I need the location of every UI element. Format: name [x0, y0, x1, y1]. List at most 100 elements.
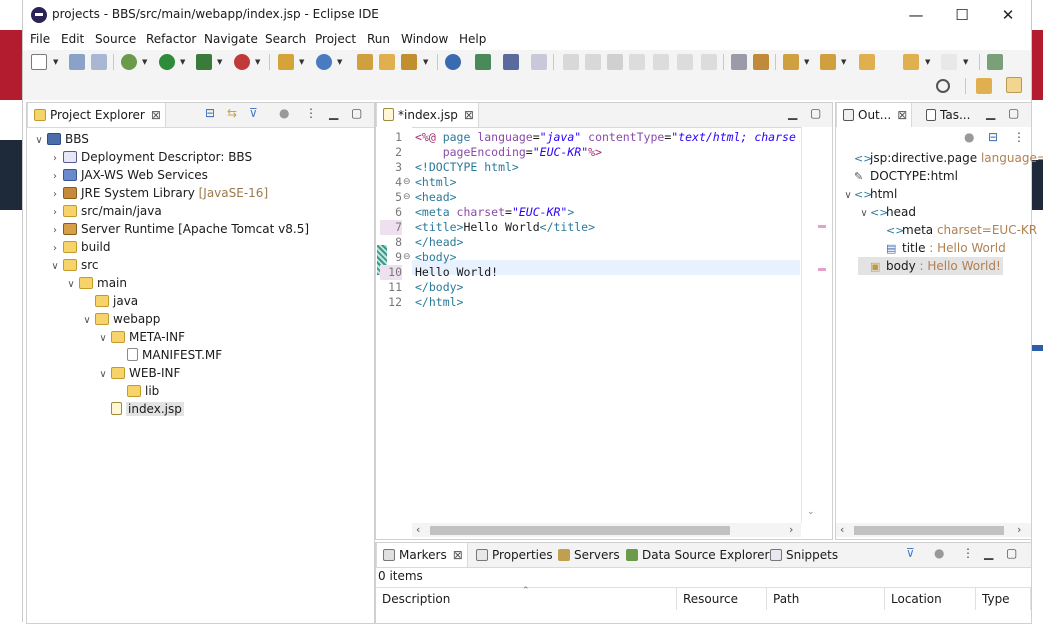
outline-item[interactable]: ▤ title : Hello World	[874, 239, 1006, 257]
filter-icon[interactable]: ⊽	[906, 546, 915, 560]
tree-item[interactable]: index.jsp	[97, 400, 184, 418]
close-icon[interactable]: ⊠	[453, 548, 463, 562]
outline-horizontal-scrollbar[interactable]: ‹ ›	[836, 523, 1031, 537]
open-perspective-icon[interactable]	[976, 78, 992, 94]
minimize-view-icon[interactable]: ▁	[329, 106, 338, 120]
scrollbar-thumb[interactable]	[430, 526, 730, 535]
debug-icon[interactable]	[121, 54, 137, 70]
column-location[interactable]: Location	[885, 588, 976, 610]
chevron-down-icon[interactable]: ∨	[65, 276, 77, 294]
tab-project-explorer[interactable]: Project Explorer ⊠	[27, 103, 166, 127]
outline-item[interactable]: ∨ <>html	[842, 185, 897, 203]
outline-item[interactable]: <>meta charset=EUC-KR	[874, 221, 1037, 239]
scroll-right-icon[interactable]: ›	[1017, 523, 1021, 536]
run-icon[interactable]	[159, 54, 175, 70]
maximize-view-icon[interactable]: ▢	[1008, 106, 1019, 120]
menu-navigate[interactable]: Navigate	[204, 32, 258, 46]
menu-help[interactable]: Help	[459, 32, 486, 46]
chevron-down-icon[interactable]: ∨	[33, 132, 45, 150]
outline-item[interactable]: ∨ <>head	[858, 203, 916, 221]
collapse-all-icon[interactable]: ⊟	[988, 130, 998, 144]
tree-item[interactable]: ∨ webapp	[81, 310, 160, 328]
menu-search[interactable]: Search	[265, 32, 306, 46]
column-description[interactable]: Description ⌃	[376, 586, 677, 610]
menu-file[interactable]: File	[30, 32, 50, 46]
scroll-left-icon[interactable]: ‹	[416, 523, 420, 536]
next-annotation-icon[interactable]	[753, 54, 769, 70]
chevron-down-icon[interactable]: ∨	[97, 330, 109, 348]
maximize-view-icon[interactable]: ▢	[351, 106, 362, 120]
tree-item[interactable]: › src/main/java	[49, 202, 162, 220]
tree-item[interactable]: java	[81, 292, 138, 310]
step-return-icon[interactable]	[701, 54, 717, 70]
chevron-down-icon[interactable]: ∨	[81, 312, 93, 330]
fold-toggle-icon[interactable]: ⊖	[403, 175, 411, 190]
save-icon[interactable]	[69, 54, 85, 70]
tab-markers[interactable]: Markers ⊠	[376, 543, 468, 567]
run-server-icon[interactable]	[196, 54, 212, 70]
prev-edit-icon[interactable]	[820, 54, 836, 70]
tab-outline[interactable]: Out... ⊠	[836, 103, 913, 127]
column-type[interactable]: Type	[976, 588, 1031, 610]
fold-toggle-icon[interactable]: ⊖	[403, 250, 411, 265]
tab-snippets[interactable]: Snippets	[764, 543, 842, 567]
skip-breakpoints-icon[interactable]	[531, 54, 547, 70]
tree-item[interactable]: › JRE System Library [JavaSE-16]	[49, 184, 268, 202]
outline-item[interactable]: ▣ body : Hello World!	[858, 257, 1003, 275]
menu-project[interactable]: Project	[315, 32, 356, 46]
outline-item[interactable]: <>jsp:directive.page language=	[842, 149, 1043, 167]
tree-item[interactable]: ∨ main	[65, 274, 127, 292]
suspend-icon[interactable]	[585, 54, 601, 70]
minimize-view-icon[interactable]: ▁	[986, 106, 995, 120]
maximize-view-icon[interactable]: ▢	[810, 106, 821, 120]
tree-item[interactable]: › Server Runtime [Apache Tomcat v8.5]	[49, 220, 309, 238]
run-server-dropdown-icon[interactable]: ▼	[217, 58, 222, 66]
menu-source[interactable]: Source	[95, 32, 136, 46]
tree-item[interactable]: › build	[49, 238, 111, 256]
menu-edit[interactable]: Edit	[61, 32, 84, 46]
tree-item[interactable]: ∨ BBS	[33, 130, 89, 148]
launch-icon[interactable]	[475, 54, 491, 70]
filter-icon[interactable]: ⊽	[249, 106, 258, 120]
new-server-dropdown-icon[interactable]: ▼	[299, 58, 304, 66]
search-icon[interactable]	[936, 79, 950, 93]
maximize-button[interactable]: ☐	[947, 5, 977, 25]
scrollbar-thumb[interactable]	[854, 526, 1004, 535]
new-class-dropdown-icon[interactable]: ▼	[337, 58, 342, 66]
minimize-button[interactable]: —	[901, 5, 931, 25]
external-tools-dropdown-icon[interactable]: ▼	[255, 58, 260, 66]
resume-icon[interactable]	[563, 54, 579, 70]
chevron-down-icon[interactable]: ∨	[858, 205, 870, 223]
scroll-right-icon[interactable]: ›	[789, 523, 793, 536]
column-resource[interactable]: Resource	[677, 588, 767, 610]
disconnect-icon[interactable]	[629, 54, 645, 70]
step-over-icon[interactable]	[677, 54, 693, 70]
scroll-down-icon[interactable]: ⌄	[807, 507, 815, 517]
code-area[interactable]: 1 <%@ page language="java" contentType="t…	[376, 127, 801, 517]
console-icon[interactable]	[503, 54, 519, 70]
new-dropdown-icon[interactable]: ▼	[53, 58, 58, 66]
tree-item[interactable]: ∨ src	[49, 256, 98, 276]
back-dropdown-icon[interactable]: ▼	[925, 58, 930, 66]
focus-icon[interactable]: ●	[934, 546, 944, 560]
close-icon[interactable]: ⊠	[897, 108, 907, 122]
tree-item[interactable]: › JAX-WS Web Services	[49, 166, 208, 184]
new-class-icon[interactable]	[316, 54, 332, 70]
view-menu-icon[interactable]: ⋮	[962, 546, 974, 560]
last-edit-icon[interactable]	[859, 54, 875, 70]
menu-refactor[interactable]: Refactor	[146, 32, 196, 46]
forward-dropdown-icon[interactable]: ▼	[963, 58, 968, 66]
close-icon[interactable]: ⊠	[151, 108, 161, 122]
tree-item[interactable]: › Deployment Descriptor: BBS	[49, 148, 252, 166]
chevron-down-icon[interactable]: ∨	[842, 187, 854, 205]
chevron-down-icon[interactable]: ∨	[49, 258, 61, 276]
focus-icon[interactable]: ●	[964, 130, 974, 144]
fold-toggle-icon[interactable]: ⊖	[403, 190, 411, 205]
pin-editor-icon[interactable]	[987, 54, 1003, 70]
minimize-view-icon[interactable]: ▁	[984, 546, 993, 560]
tree-item[interactable]: lib	[113, 382, 159, 400]
tab-data-source-explorer[interactable]: Data Source Explorer	[620, 543, 773, 567]
pencil-dropdown-icon[interactable]: ▼	[423, 58, 428, 66]
save-all-icon[interactable]	[91, 54, 107, 70]
menu-window[interactable]: Window	[401, 32, 448, 46]
